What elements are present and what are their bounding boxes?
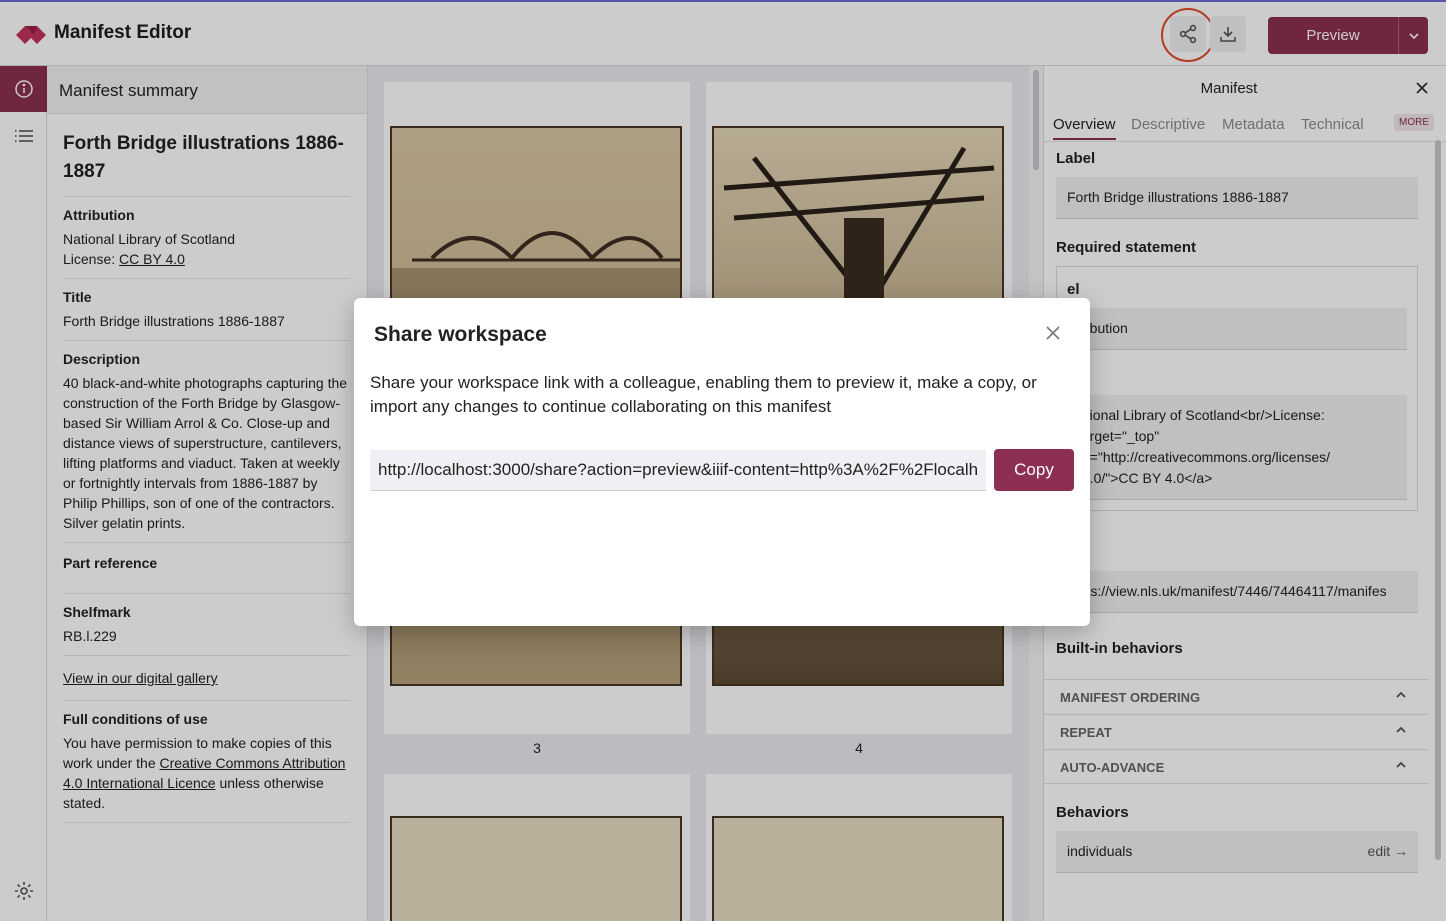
dialog-title: Share workspace xyxy=(374,323,547,346)
share-workspace-dialog: Share workspace Share your workspace lin… xyxy=(354,298,1090,626)
close-dialog-button[interactable] xyxy=(1042,322,1064,344)
share-url-field[interactable] xyxy=(370,450,986,491)
close-icon xyxy=(1046,326,1060,340)
dialog-description: Share your workspace link with a colleag… xyxy=(370,373,1037,416)
copy-button[interactable]: Copy xyxy=(994,449,1074,491)
